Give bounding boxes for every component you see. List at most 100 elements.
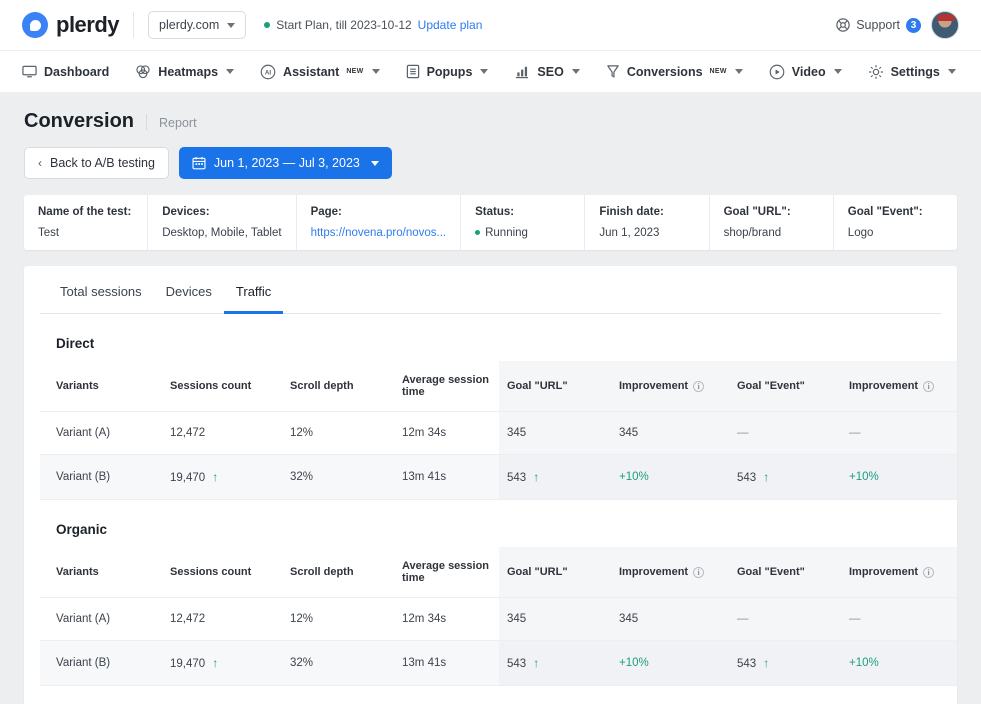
- info-icon[interactable]: i: [923, 381, 934, 392]
- column-header-label: Goal "URL": [507, 380, 568, 392]
- info-label: Name of the test:: [38, 206, 133, 218]
- column-header: Sessions count: [162, 361, 282, 412]
- trend-up-arrow-icon: ↑: [763, 470, 769, 484]
- column-header-label: Improvement: [619, 380, 688, 392]
- info-cell-status: Status: Running: [461, 195, 585, 250]
- nav-item-settings[interactable]: Settings: [868, 51, 956, 92]
- column-header: Goal "Event": [729, 361, 841, 412]
- nav-label: Heatmaps: [158, 65, 218, 79]
- column-header-label: Goal "Event": [737, 566, 805, 578]
- table-cell: 12m 34s: [394, 598, 499, 641]
- brand-logo[interactable]: plerdy: [22, 12, 119, 38]
- cell-value: 12,472: [170, 427, 205, 439]
- date-range-button[interactable]: Jun 1, 2023 — Jul 3, 2023: [179, 147, 392, 179]
- cell-value: 543: [737, 472, 756, 484]
- cell-value: 32%: [290, 657, 313, 669]
- support-button[interactable]: Support 3: [836, 18, 921, 33]
- info-cell-page: Page: https://novena.pro/novos...: [297, 195, 462, 250]
- info-cell-name: Name of the test: Test: [24, 195, 148, 250]
- table-cell: —: [729, 598, 841, 641]
- table-cell: —: [729, 412, 841, 455]
- table-header-row: VariantsSessions countScroll depthAverag…: [40, 361, 957, 412]
- column-header: Scroll depth: [282, 547, 394, 598]
- info-label: Goal "Event":: [848, 206, 943, 218]
- nav-label: Conversions: [627, 65, 703, 79]
- column-header-label: Improvement: [849, 566, 918, 578]
- trend-up-arrow-icon: ↑: [212, 656, 218, 670]
- info-icon[interactable]: i: [923, 567, 934, 578]
- lifebuoy-icon: [836, 18, 850, 32]
- top-bar-right: Support 3: [836, 11, 959, 39]
- section-title: Organic: [40, 500, 941, 537]
- nav-item-assistant[interactable]: AI Assistant NEW: [260, 51, 380, 92]
- info-icon[interactable]: i: [693, 567, 704, 578]
- support-label: Support: [856, 18, 900, 32]
- column-header-label: Improvement: [619, 566, 688, 578]
- nav-item-dashboard[interactable]: Dashboard: [22, 51, 109, 92]
- column-header-label: Sessions count: [170, 566, 251, 578]
- update-plan-link[interactable]: Update plan: [418, 18, 483, 32]
- avatar[interactable]: [931, 11, 959, 39]
- monitor-icon: [22, 64, 37, 79]
- funnel-icon: [606, 64, 620, 79]
- table-cell: 543↑: [729, 641, 841, 686]
- column-header-label: Sessions count: [170, 380, 251, 392]
- cell-value: 345: [619, 427, 638, 439]
- back-to-ab-testing-button[interactable]: ‹ Back to A/B testing: [24, 147, 169, 179]
- cell-value: 345: [619, 613, 638, 625]
- table-cell: +10%: [841, 641, 957, 686]
- chevron-left-icon: ‹: [38, 156, 42, 170]
- table-cell: 543↑: [499, 455, 611, 500]
- table-cell: 345: [499, 412, 611, 455]
- column-header-label: Scroll depth: [290, 566, 354, 578]
- nav-item-seo[interactable]: SEO: [514, 51, 579, 92]
- table-cell: 13m 41s: [394, 455, 499, 500]
- cell-value: —: [849, 613, 861, 625]
- site-selector[interactable]: plerdy.com: [148, 11, 246, 39]
- nav-item-video[interactable]: Video: [769, 51, 842, 92]
- column-header-label: Variants: [56, 566, 99, 578]
- section-title: Direct: [40, 314, 941, 351]
- cell-value: —: [849, 427, 861, 439]
- info-icon[interactable]: i: [693, 381, 704, 392]
- column-header-label: Improvement: [849, 380, 918, 392]
- column-header: Goal "URL": [499, 547, 611, 598]
- table-cell: 19,470 ↑: [162, 641, 282, 686]
- cell-value: +10%: [849, 471, 879, 483]
- nav-label: Settings: [891, 65, 940, 79]
- tab-devices[interactable]: Devices: [154, 266, 224, 314]
- table-cell: 345: [611, 412, 729, 455]
- page-url-link[interactable]: https://novena.pro/novos...: [311, 227, 447, 239]
- info-cell-devices: Devices: Desktop, Mobile, Tablet: [148, 195, 296, 250]
- cell-value: 19,470: [170, 658, 205, 670]
- info-label: Page:: [311, 206, 447, 218]
- table-cell: 12,472: [162, 598, 282, 641]
- nav-item-heatmaps[interactable]: Heatmaps: [135, 51, 234, 92]
- cell-value: Variant (A): [56, 427, 110, 439]
- status-badge: Running: [475, 227, 570, 239]
- table-cell: 32%: [282, 455, 394, 500]
- traffic-sections: Direct Variants Sessions count Scroll depth…: [40, 314, 941, 704]
- nav-item-popups[interactable]: Popups: [406, 51, 489, 92]
- table-row: Variant (B)19,470↑32%13m 41s543↑+10%543↑…: [40, 641, 957, 686]
- info-value: Logo: [848, 227, 943, 239]
- info-value: Desktop, Mobile, Tablet: [162, 227, 281, 239]
- nav-label: SEO: [537, 65, 563, 79]
- chevron-down-icon: [572, 69, 580, 74]
- cell-value: 12%: [290, 613, 313, 625]
- info-cell-goal-event: Goal "Event": Logo: [834, 195, 957, 250]
- cell-value: 13m 41s: [402, 471, 446, 483]
- status-dot-icon: [475, 230, 480, 235]
- nav-item-conversions[interactable]: Conversions NEW: [606, 51, 743, 92]
- tab-total-sessions[interactable]: Total sessions: [48, 266, 154, 314]
- report-card: Total sessions Devices Traffic Direct Var…: [24, 266, 957, 704]
- nav-badge-new: NEW: [346, 68, 363, 75]
- venn-icon: [135, 64, 151, 79]
- info-cell-finish-date: Finish date: Jun 1, 2023: [585, 195, 709, 250]
- tab-traffic[interactable]: Traffic: [224, 266, 283, 314]
- main-navigation: Dashboard Heatmaps AI Assistant NEW Popu…: [0, 50, 981, 92]
- title-row: Conversion Report: [24, 110, 957, 133]
- cell-value: 345: [507, 427, 526, 439]
- chevron-down-icon: [372, 69, 380, 74]
- table-cell: 345: [499, 598, 611, 641]
